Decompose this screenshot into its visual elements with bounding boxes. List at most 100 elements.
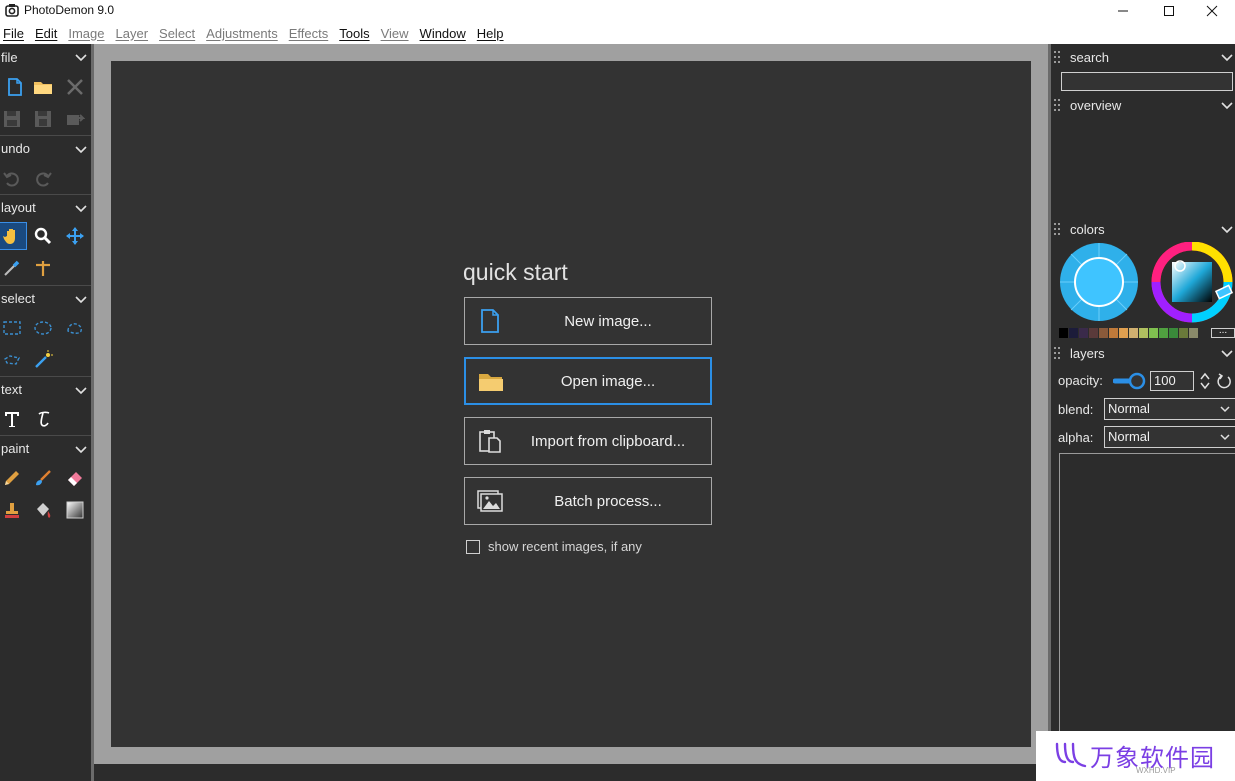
minimize-button[interactable] [1100,0,1146,22]
menu-window[interactable]: Window [417,26,471,41]
palette-swatch[interactable] [1069,328,1079,338]
hand-icon [3,229,15,244]
text-tool[interactable] [0,405,27,433]
toolbox-section-layout[interactable]: layout [0,194,91,220]
clone-stamp-tool[interactable] [0,496,27,524]
primary-color-wheel[interactable] [1059,242,1143,324]
menu-help[interactable]: Help [474,26,509,41]
palette-swatch[interactable] [1129,328,1139,338]
palette-swatch[interactable] [1099,328,1109,338]
save-tool[interactable] [0,105,27,133]
opacity-slider[interactable] [1113,371,1147,391]
menu-adjustments[interactable]: Adjustments [203,26,283,41]
menu-view[interactable]: View [378,26,414,41]
canvas-area: quick start New image... Open image... I… [111,61,1031,747]
menu-tools[interactable]: Tools [336,26,374,41]
typography-tool[interactable] [28,405,58,433]
palette-swatch[interactable] [1139,328,1149,338]
import-clipboard-button[interactable]: Import from clipboard... [464,417,712,465]
toolbox-section-paint[interactable]: paint [0,435,91,461]
palette-swatch[interactable] [1089,328,1099,338]
polygon-select-tool[interactable] [0,346,27,374]
section-label: select [1,291,35,306]
palette-swatch[interactable] [1149,328,1159,338]
redo-tool[interactable] [28,164,58,192]
paint-bucket-icon [37,503,51,518]
palette-swatch[interactable] [1109,328,1119,338]
eraser-tool[interactable] [60,464,90,492]
search-input[interactable] [1061,72,1233,91]
alpha-mode-select[interactable]: Normal [1104,426,1235,448]
move-icon [66,227,84,245]
opacity-spinner[interactable] [1198,371,1212,391]
open-image-button[interactable]: Open image... [464,357,712,405]
color-picker-tool[interactable] [0,254,27,282]
new-file-tool[interactable] [0,73,30,101]
blend-mode-select[interactable]: Normal [1104,398,1235,420]
export-tool[interactable] [60,105,90,133]
palette-swatch[interactable] [1159,328,1169,338]
show-recent-checkbox[interactable] [466,539,480,554]
opacity-input[interactable]: 100 [1150,371,1194,391]
more-colors-button[interactable]: ... [1211,326,1235,338]
hand-tool[interactable] [0,222,27,250]
alpha-mode-value: Normal [1108,429,1150,444]
gradient-tool[interactable] [60,496,90,524]
eyedropper-icon [4,260,20,276]
overview-panel-header[interactable]: overview [1054,93,1235,117]
measure-tool[interactable] [28,254,58,282]
magic-wand-icon [35,350,53,368]
close-file-tool[interactable] [60,73,90,101]
reset-icon[interactable] [1216,372,1232,390]
colors-panel-header[interactable]: colors [1054,217,1235,241]
search-panel-header[interactable]: search [1054,45,1235,69]
chevron-down-icon [75,145,87,153]
move-tool[interactable] [60,222,90,250]
window-title: PhotoDemon 9.0 [24,3,115,17]
hue-wheel[interactable] [1151,242,1235,324]
palette-swatch[interactable] [1119,328,1129,338]
chevron-down-icon [1221,350,1233,358]
toolbox-section-select[interactable]: select [0,285,91,311]
undo-tool[interactable] [0,164,27,192]
brush-tool[interactable] [28,464,58,492]
fill-tool[interactable] [28,496,58,524]
menu-effects[interactable]: Effects [286,26,334,41]
app-icon [5,4,19,17]
zoom-tool[interactable] [28,222,58,250]
palette-swatch[interactable] [1179,328,1189,338]
show-recent-checkbox-row[interactable]: show recent images, if any [466,539,642,554]
menu-edit[interactable]: Edit [32,26,62,41]
chevron-down-icon [75,386,87,394]
maximize-button[interactable] [1146,0,1192,22]
lasso-select-tool[interactable] [60,314,90,342]
palette-swatch[interactable] [1079,328,1089,338]
ellipse-select-tool[interactable] [28,314,58,342]
palette-swatch[interactable] [1169,328,1179,338]
palette-swatch[interactable] [1059,328,1069,338]
toolbox-section-text[interactable]: text [0,376,91,402]
open-file-tool[interactable] [28,73,58,101]
gradient-icon [66,501,84,519]
menu-select[interactable]: Select [156,26,200,41]
menu-layer[interactable]: Layer [113,26,154,41]
layers-panel-header[interactable]: layers [1054,341,1235,365]
menu-file[interactable]: File [0,26,29,41]
magic-wand-tool[interactable] [28,346,58,374]
toolbox-section-undo[interactable]: undo [0,135,91,161]
section-label: text [1,382,22,397]
pencil-tool[interactable] [0,464,27,492]
palette-swatch[interactable] [1189,328,1199,338]
export-icon [67,114,85,125]
rect-select-tool[interactable] [0,314,27,342]
save-as-tool[interactable] [28,105,58,133]
close-button[interactable] [1189,0,1235,22]
chevron-down-icon [1220,434,1230,441]
batch-process-button[interactable]: Batch process... [464,477,712,525]
close-icon [1206,5,1218,17]
menu-image[interactable]: Image [65,26,109,41]
toolbox-section-file[interactable]: file [0,44,91,70]
new-image-button[interactable]: New image... [464,297,712,345]
lasso-icon [67,323,82,334]
layers-list[interactable] [1059,453,1235,753]
